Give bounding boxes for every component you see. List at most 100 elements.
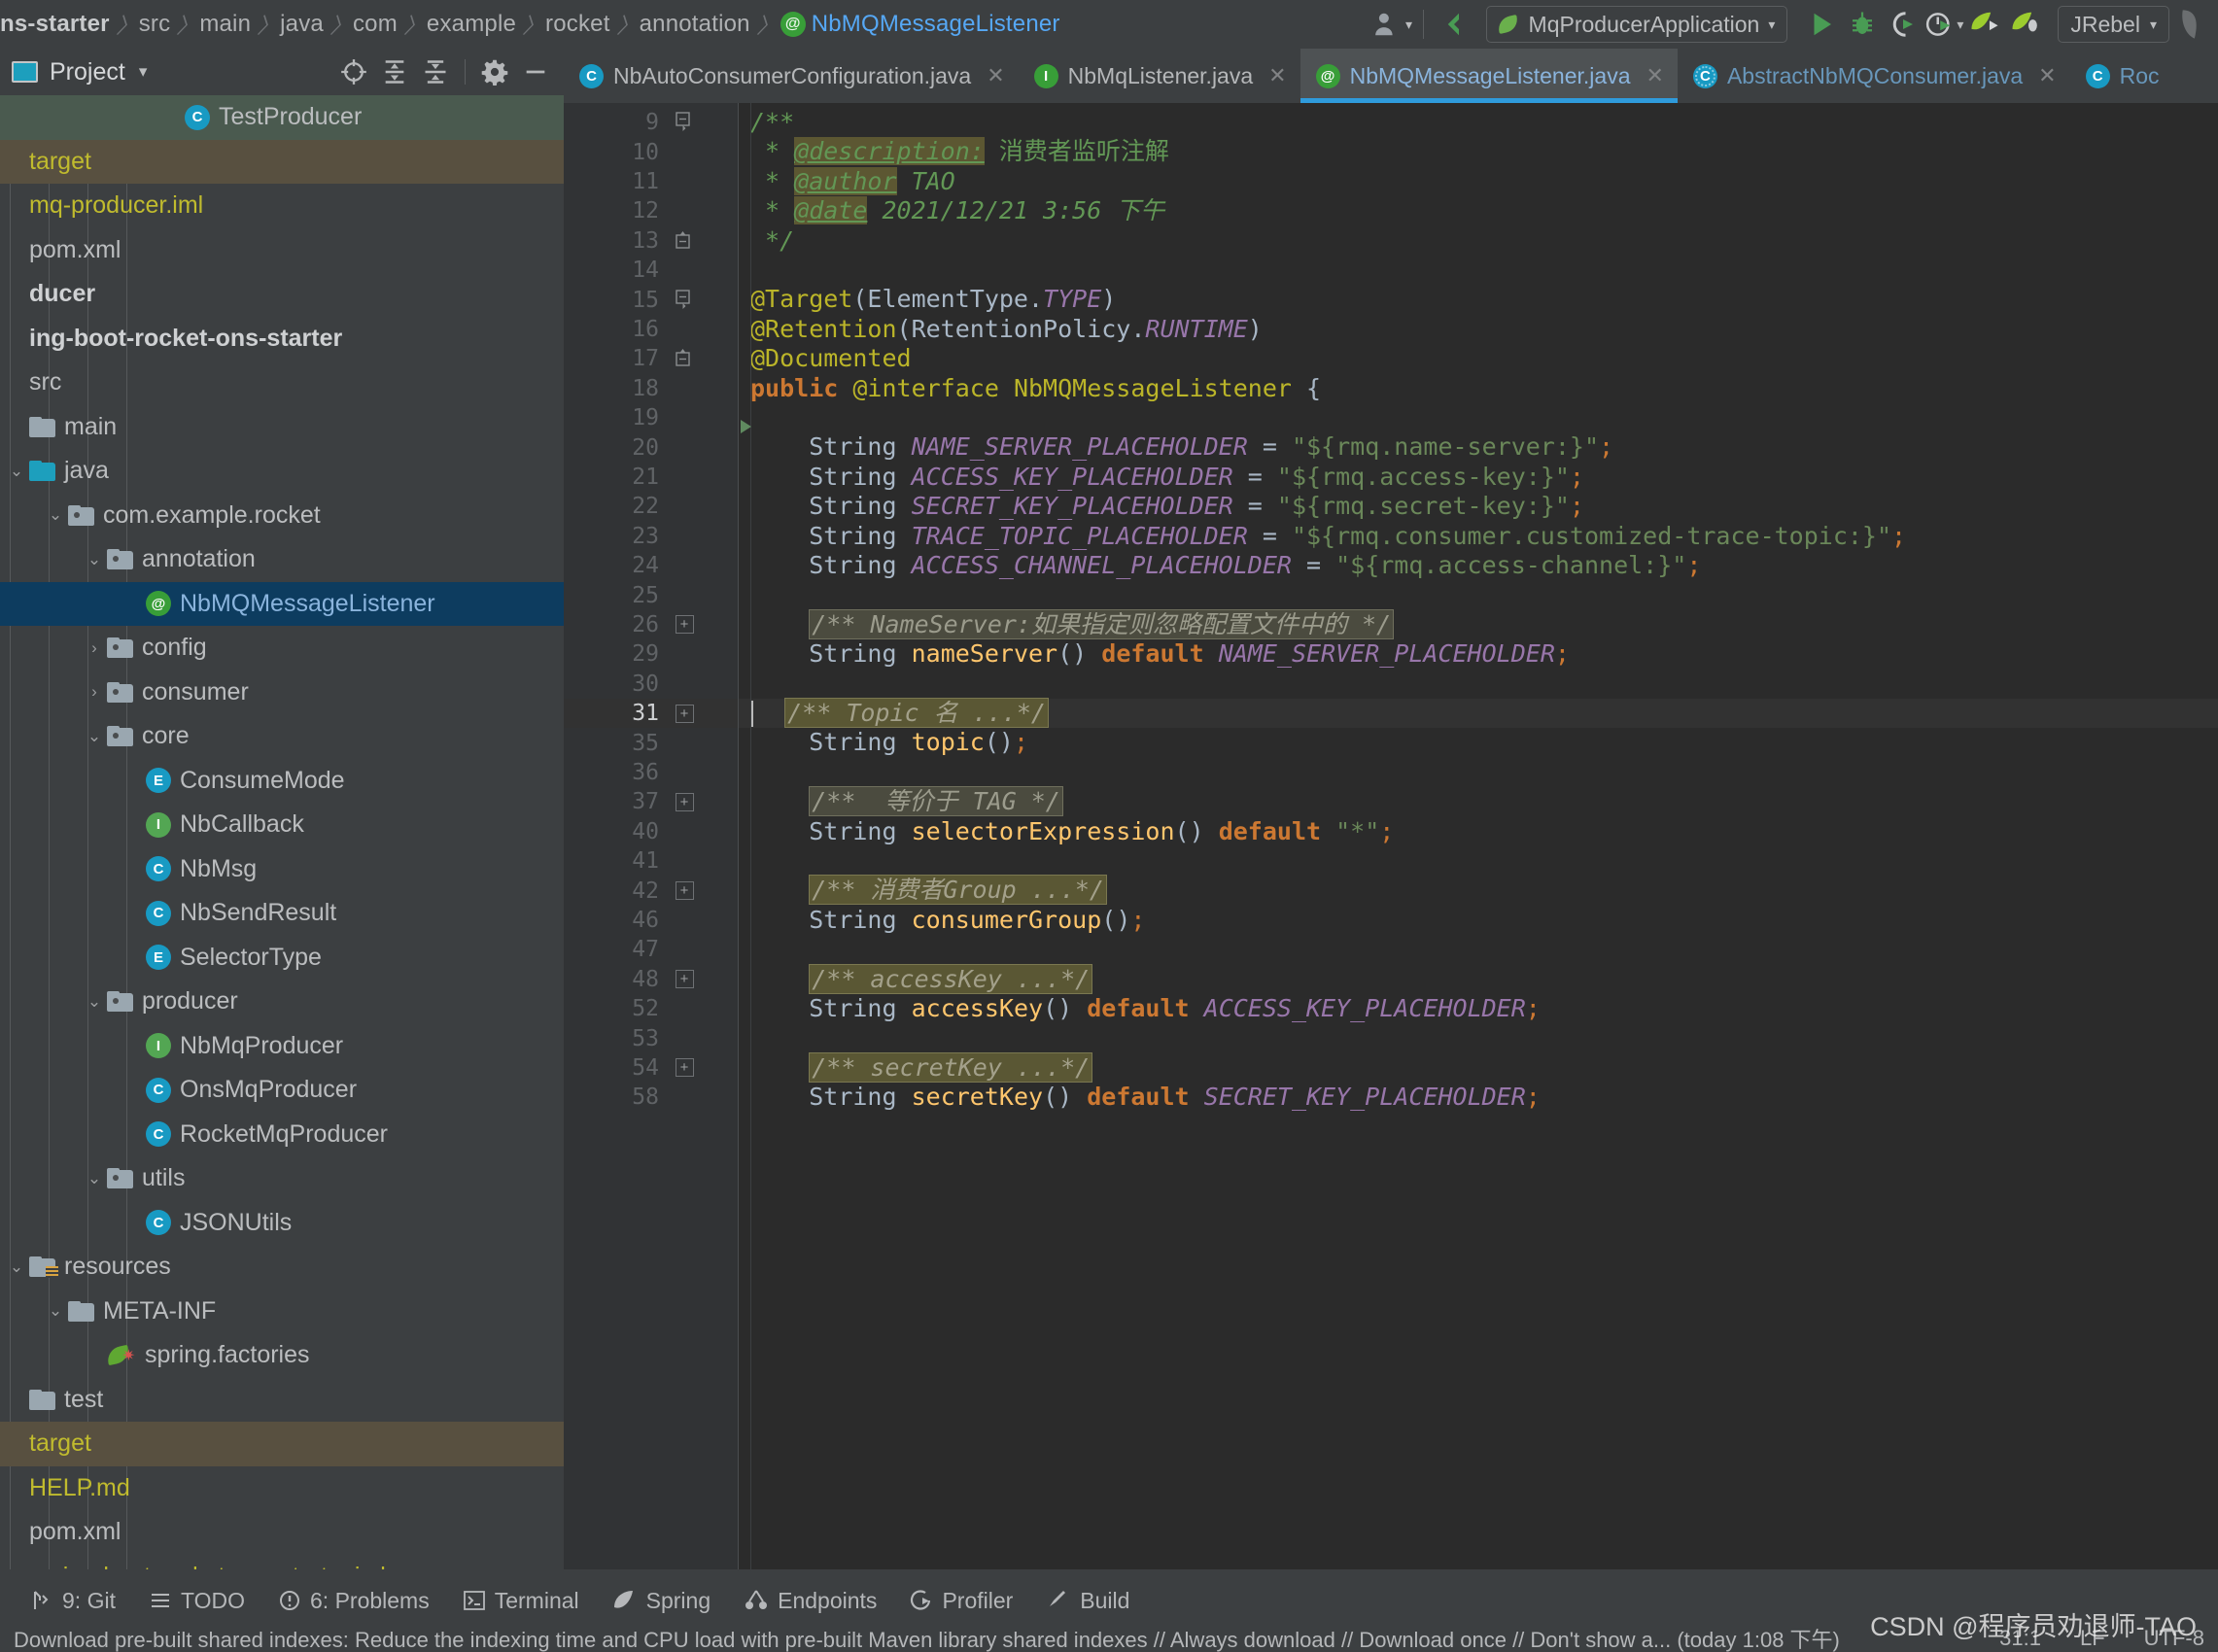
back-arrow-icon[interactable] [1434,0,1474,49]
code-editor[interactable]: 91011121314151617181920212223242526+2930… [564,103,2218,1569]
run-gutter-marker-icon[interactable] [740,419,753,440]
editor-tab-abstractnbmqconsumer[interactable]: C AbstractNbMQConsumer.java ✕ [1678,49,2070,103]
chevron-down-icon[interactable]: ⌄ [4,1257,29,1277]
project-tree[interactable]: CTestProducertargetmq-producer.imlpom.xm… [0,95,564,1569]
code-line[interactable] [739,1023,2218,1052]
code-line[interactable]: /** [739,108,2218,137]
gutter-line[interactable]: 36 [564,758,739,787]
code-line[interactable]: String ACCESS_CHANNEL_PLACEHOLDER = "${r… [739,551,2218,580]
profile-icon[interactable]: ▾ [1923,0,1964,49]
gutter-line[interactable]: 22 [564,492,739,521]
gutter-line[interactable]: 13 [564,226,739,256]
debug-icon[interactable] [1842,0,1883,49]
tree-item[interactable]: ing-boot-rocket-ons-starter [0,317,564,361]
gutter-line[interactable]: 12 [564,196,739,225]
tree-item[interactable]: pom.xml [0,228,564,273]
tool-window-terminal[interactable]: Terminal [446,1576,596,1625]
code-line[interactable] [739,403,2218,432]
code-line[interactable]: /** 等价于 TAG */ [739,787,2218,816]
tree-item[interactable]: ⌄core [0,714,564,759]
gutter-fold-marker[interactable]: + [674,614,695,636]
chevron-down-icon[interactable]: ⌄ [82,550,107,569]
code-line[interactable]: @Retention(RetentionPolicy.RUNTIME) [739,315,2218,344]
tree-item[interactable]: ⌄resources [0,1245,564,1290]
fold-expand-icon[interactable]: + [676,970,694,988]
tree-item[interactable]: test [0,1378,564,1423]
code-line[interactable]: * @description: 消费者监听注解 [739,137,2218,166]
gutter-line[interactable]: 16 [564,315,739,344]
expand-all-icon[interactable] [376,53,413,90]
tree-item[interactable]: HELP.md [0,1466,564,1511]
chevron-down-icon[interactable]: ⌄ [43,505,68,525]
code-line[interactable]: String ACCESS_KEY_PLACEHOLDER = "${rmq.a… [739,463,2218,492]
editor-gutter[interactable]: 91011121314151617181920212223242526+2930… [564,103,739,1569]
tool-window-todo[interactable]: TODO [132,1576,261,1625]
tree-item[interactable]: main [0,405,564,450]
chevron-down-icon[interactable]: ⌄ [43,1301,68,1321]
caret-position-indicator[interactable]: 31:1 [1999,1626,2041,1651]
user-avatar-icon[interactable]: ▾ [1372,0,1413,49]
gutter-fold-marker[interactable]: + [674,703,695,724]
tree-item[interactable]: target [0,140,564,185]
fold-expand-icon[interactable]: + [676,793,694,811]
breadcrumb-item-annotation[interactable]: annotation [631,11,759,38]
spring-run-icon[interactable] [1964,0,2005,49]
status-message[interactable]: Download pre-built shared indexes: Reduc… [14,1625,1840,1652]
gutter-line[interactable]: 20 [564,432,739,462]
gutter-line[interactable]: 25 [564,580,739,609]
tree-item[interactable]: CTestProducer [0,95,564,140]
code-line[interactable]: String secretKey() default SECRET_KEY_PL… [739,1083,2218,1112]
gutter-line[interactable]: 53 [564,1023,739,1052]
close-icon[interactable]: ✕ [987,63,1004,88]
code-line[interactable] [739,846,2218,876]
breadcrumb-item-file[interactable]: NbMQMessageListener [808,11,1069,38]
tree-item[interactable]: src [0,361,564,405]
chevron-right-icon[interactable]: › [82,638,107,658]
fold-collapse-start-icon[interactable] [674,290,695,311]
tree-item[interactable]: spring.factories [0,1333,564,1378]
tree-item[interactable]: EConsumeMode [0,759,564,804]
tool-window-endpoints[interactable]: Endpoints [727,1576,893,1625]
spring-debug-icon[interactable] [2005,0,2046,49]
project-tool-window-title[interactable]: Project [50,58,125,86]
run-configuration-selector[interactable]: MqProducerApplication ▾ [1486,6,1788,43]
close-icon[interactable]: ✕ [1646,63,1664,88]
tree-item[interactable]: ESelectorType [0,936,564,981]
collapse-all-icon[interactable] [417,53,454,90]
code-line[interactable]: /** 消费者Group ...*/ [739,876,2218,905]
select-opened-file-icon[interactable] [335,53,372,90]
gutter-line[interactable]: 11 [564,167,739,196]
code-line[interactable]: /** accessKey ...*/ [739,965,2218,994]
fold-expand-icon[interactable]: + [676,881,694,900]
code-line[interactable]: String nameServer() default NAME_SERVER_… [739,639,2218,669]
tree-item[interactable]: CNbMsg [0,847,564,892]
encoding-indicator[interactable]: UTF-8 [2144,1626,2204,1651]
code-line[interactable]: @Target(ElementType.TYPE) [739,285,2218,314]
hide-tool-window-icon[interactable] [517,53,554,90]
editor-tab-nbmqlistener[interactable]: I NbMqListener.java ✕ [1019,49,1300,103]
code-line[interactable] [739,758,2218,787]
code-line[interactable]: */ [739,226,2218,256]
tree-item[interactable]: COnsMqProducer [0,1068,564,1113]
tool-window-git[interactable]: 9: Git [14,1576,132,1625]
gutter-line[interactable]: 18 [564,374,739,403]
gutter-line[interactable]: 26+ [564,610,739,639]
gutter-line[interactable]: 31+ [564,699,739,728]
jrebel-button[interactable]: JRebel ▾ [2058,6,2169,43]
editor-tab-roc[interactable]: C Roc [2070,49,2173,103]
tool-window-problems[interactable]: 6: Problems [261,1576,446,1625]
chevron-down-icon[interactable]: ⌄ [82,1169,107,1188]
gutter-line[interactable]: 37+ [564,787,739,816]
gutter-line[interactable]: 52 [564,994,739,1023]
code-line[interactable]: String accessKey() default ACCESS_KEY_PL… [739,994,2218,1023]
code-line[interactable] [739,670,2218,699]
gutter-line[interactable]: 24 [564,551,739,580]
tree-item[interactable]: ›consumer [0,671,564,715]
code-line[interactable]: String NAME_SERVER_PLACEHOLDER = "${rmq.… [739,432,2218,462]
tree-item[interactable]: spring-boot-rocket-ons-starter.iml [0,1555,564,1570]
gutter-line[interactable]: 29 [564,639,739,669]
code-line[interactable]: /** Topic 名 ...*/ [739,699,2218,728]
tree-item[interactable]: pom.xml [0,1510,564,1555]
tree-item[interactable]: CNbSendResult [0,891,564,936]
code-line[interactable]: String topic(); [739,728,2218,757]
